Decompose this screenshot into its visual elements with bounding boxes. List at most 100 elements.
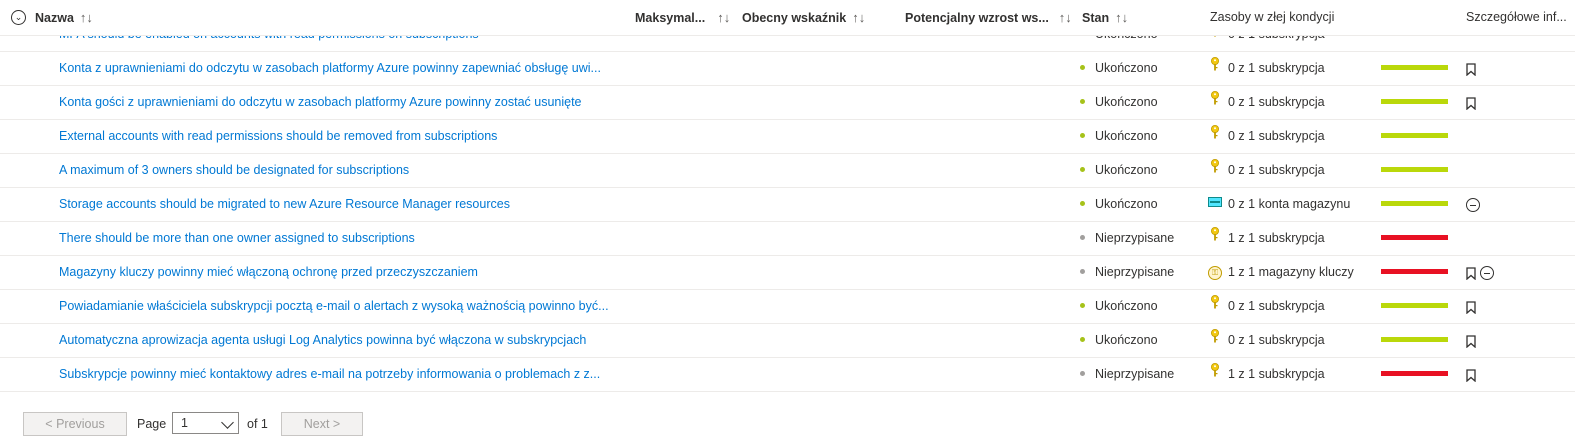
sort-icon[interactable]: ↑↓	[852, 10, 865, 25]
details-cell	[1466, 256, 1498, 289]
page-label: Page	[137, 417, 167, 431]
unhealthy-resources-cell: 1 z 1 subskrypcja	[1208, 358, 1325, 391]
unhealthy-resources-cell: 0 z 1 subskrypcja	[1208, 324, 1325, 357]
resource-count: 0 z 1 subskrypcja	[1228, 333, 1325, 347]
status-dot-icon	[1080, 269, 1085, 275]
column-header-current[interactable]: Obecny wskaźnik ↑↓	[742, 0, 865, 35]
bookmark-icon[interactable]	[1466, 324, 1476, 357]
bookmark-icon[interactable]	[1466, 290, 1476, 323]
unhealthy-resources-cell: 1 z 1 subskrypcja	[1208, 222, 1325, 255]
status-text: Ukończono	[1095, 95, 1158, 109]
key-icon	[1208, 221, 1222, 254]
key-icon	[1208, 289, 1222, 322]
table-row[interactable]: Konta z uprawnieniami do odczytu w zasob…	[0, 52, 1575, 86]
sort-icon[interactable]: ↑↓	[1115, 10, 1128, 25]
recommendation-link[interactable]: A maximum of 3 owners should be designat…	[59, 154, 409, 187]
column-header-max[interactable]: Maksymal... ↑↓	[635, 0, 730, 35]
recommendation-link[interactable]: Automatyczna aprowizacja agenta usługi L…	[59, 324, 586, 357]
status-dot-icon	[1080, 201, 1085, 207]
details-cell	[1466, 324, 1480, 357]
bookmark-icon[interactable]	[1466, 358, 1476, 391]
health-bar	[1381, 337, 1448, 342]
status-dot-icon	[1080, 371, 1085, 377]
status-cell: Ukończono	[1080, 52, 1158, 85]
recommendation-link[interactable]: Storage accounts should be migrated to n…	[59, 188, 510, 221]
column-header-potential[interactable]: Potencjalny wzrost ws... ↑↓	[905, 0, 1072, 35]
recommendation-link[interactable]: External accounts with read permissions …	[59, 120, 497, 153]
table-row[interactable]: Magazyny kluczy powinny mieć włączoną oc…	[0, 256, 1575, 290]
sort-icon[interactable]: ↑↓	[80, 10, 93, 25]
status-dot-icon	[1080, 167, 1085, 173]
previous-button[interactable]: < Previous	[23, 412, 127, 436]
bookmark-icon[interactable]	[1466, 52, 1476, 85]
status-dot-icon	[1080, 133, 1085, 139]
resource-count: 0 z 1 subskrypcja	[1228, 61, 1325, 75]
table-row[interactable]: Konta gości z uprawnieniami do odczytu w…	[0, 86, 1575, 120]
status-text: Ukończono	[1095, 299, 1158, 313]
table-row[interactable]: There should be more than one owner assi…	[0, 222, 1575, 256]
table-row[interactable]: Automatyczna aprowizacja agenta usługi L…	[0, 324, 1575, 358]
key-icon	[1208, 357, 1222, 390]
table-header: ⌄ Nazwa ↑↓ Maksymal... ↑↓ Obecny wskaźnik ↑…	[0, 0, 1575, 36]
details-cell	[1466, 86, 1480, 119]
details-cell	[1466, 52, 1480, 85]
exempt-icon[interactable]	[1480, 256, 1494, 289]
bookmark-icon[interactable]	[1466, 86, 1476, 119]
status-dot-icon	[1080, 337, 1085, 343]
status-cell: Ukończono	[1080, 188, 1158, 221]
page-select[interactable]: 1	[172, 412, 239, 434]
column-header-resources[interactable]: Zasoby w złej kondycji	[1210, 0, 1334, 35]
resource-count: 1 z 1 subskrypcja	[1228, 367, 1325, 381]
unhealthy-resources-cell: 0 z 1 konta magazynu	[1208, 188, 1350, 221]
recommendation-link[interactable]: Powiadamianie właściciela subskrypcji po…	[59, 290, 609, 323]
recommendation-link[interactable]: Subskrypcje powinny mieć kontaktowy adre…	[59, 358, 600, 391]
bookmark-icon[interactable]	[1466, 256, 1476, 289]
table-row[interactable]: Storage accounts should be migrated to n…	[0, 188, 1575, 222]
sort-icon[interactable]: ↑↓	[1059, 10, 1072, 25]
health-bar	[1381, 167, 1448, 172]
health-bar	[1381, 99, 1448, 104]
resource-count: 0 z 1 subskrypcja	[1228, 129, 1325, 143]
recommendation-link[interactable]: Konta z uprawnieniami do odczytu w zasob…	[59, 52, 601, 85]
sort-icon[interactable]: ↑↓	[717, 10, 730, 25]
key-icon	[1208, 153, 1222, 186]
health-bar	[1381, 201, 1448, 206]
unhealthy-resources-cell: 0 z 1 subskrypcja	[1208, 86, 1325, 119]
page-count-label: of 1	[247, 417, 268, 431]
table-row[interactable]: A maximum of 3 owners should be designat…	[0, 154, 1575, 188]
next-button[interactable]: Next >	[281, 412, 363, 436]
key-icon	[1208, 85, 1222, 118]
column-header-details[interactable]: Szczegółowe inf...	[1466, 0, 1567, 35]
status-cell: Ukończono	[1080, 120, 1158, 153]
recommendation-link[interactable]: There should be more than one owner assi…	[59, 222, 415, 255]
resource-count: 0 z 1 subskrypcja	[1228, 163, 1325, 177]
status-text: Ukończono	[1095, 163, 1158, 177]
status-text: Ukończono	[1095, 61, 1158, 75]
resource-count: 0 z 1 konta magazynu	[1228, 197, 1351, 211]
table-row[interactable]: External accounts with read permissions …	[0, 120, 1575, 154]
recommendation-link[interactable]: Konta gości z uprawnieniami do odczytu w…	[59, 86, 582, 119]
status-text: Ukończono	[1095, 197, 1158, 211]
recommendation-link[interactable]: Magazyny kluczy powinny mieć włączoną oc…	[59, 256, 478, 289]
health-bar	[1381, 65, 1448, 70]
expand-all-icon[interactable]: ⌄	[11, 10, 26, 25]
table-row[interactable]: Powiadamianie właściciela subskrypcji po…	[0, 290, 1575, 324]
health-bar	[1381, 235, 1448, 240]
status-dot-icon	[1080, 99, 1085, 105]
status-text: Nieprzypisane	[1095, 265, 1175, 279]
status-cell: Nieprzypisane	[1080, 256, 1174, 289]
details-cell	[1466, 290, 1480, 323]
unhealthy-resources-cell: 0 z 1 subskrypcja	[1208, 120, 1325, 153]
details-cell	[1466, 358, 1480, 391]
status-cell: Ukończono	[1080, 324, 1158, 357]
column-header-name[interactable]: Nazwa ↑↓	[35, 0, 93, 35]
exempt-icon[interactable]	[1466, 188, 1480, 221]
status-dot-icon	[1080, 235, 1085, 241]
details-cell	[1466, 188, 1484, 221]
status-cell: Ukończono	[1080, 290, 1158, 323]
column-header-state[interactable]: Stan ↑↓	[1082, 0, 1128, 35]
status-cell: Ukończono	[1080, 86, 1158, 119]
key-icon	[1208, 51, 1222, 84]
table-row[interactable]: Subskrypcje powinny mieć kontaktowy adre…	[0, 358, 1575, 392]
unhealthy-resources-cell: 0 z 1 subskrypcja	[1208, 290, 1325, 323]
